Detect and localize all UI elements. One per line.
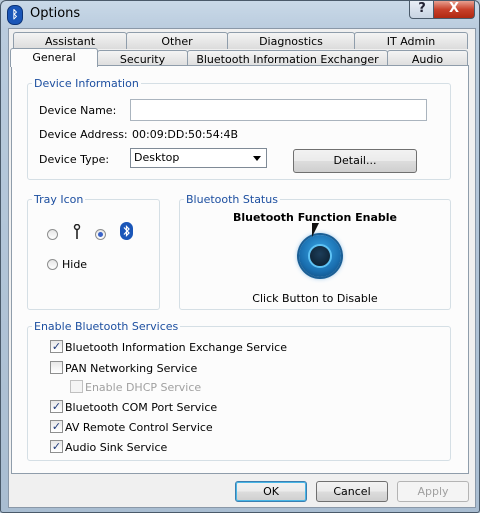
tray-icon-radio-hide[interactable]: [47, 259, 58, 270]
chevron-down-icon: [253, 156, 261, 161]
service-label-av-remote-control: AV Remote Control Service: [65, 421, 213, 434]
tab-general[interactable]: General: [10, 48, 98, 67]
service-checkbox-enable-dhcp: [70, 380, 83, 393]
tab-assistant[interactable]: Assistant: [13, 32, 127, 49]
device-type-select[interactable]: Desktop: [130, 148, 267, 168]
tab-diagnostics[interactable]: Diagnostics: [227, 32, 355, 49]
service-checkbox-audio-sink[interactable]: ✓: [50, 440, 63, 453]
bluetooth-status-legend: Bluetooth Status: [186, 193, 278, 206]
help-button[interactable]: ?: [409, 1, 435, 19]
bluetooth-status-hint: Click Button to Disable: [252, 292, 378, 305]
service-label-com-port: Bluetooth COM Port Service: [65, 401, 218, 414]
device-type-label: Device Type:: [39, 153, 110, 166]
ok-button[interactable]: OK: [235, 481, 307, 502]
cancel-button[interactable]: Cancel: [316, 481, 388, 502]
service-checkbox-com-port[interactable]: ✓: [50, 400, 63, 413]
apply-button[interactable]: Apply: [397, 481, 469, 502]
tray-icon-legend: Tray Icon: [34, 193, 84, 206]
tab-other[interactable]: Other: [126, 32, 228, 49]
device-type-value: Desktop: [134, 151, 180, 164]
key-icon: [73, 223, 81, 240]
service-label-audio-sink: Audio Sink Service: [65, 441, 168, 454]
tray-icon-hide-label: Hide: [62, 258, 88, 271]
detail-button[interactable]: Detail...: [293, 149, 417, 173]
bluetooth-icon: [120, 222, 133, 240]
service-label-pan-networking: PAN Networking Service: [65, 362, 198, 375]
tray-icon-radio-classic[interactable]: [47, 229, 58, 240]
bluetooth-services-legend: Enable Bluetooth Services: [34, 320, 179, 333]
service-checkbox-av-remote-control[interactable]: ✓: [50, 420, 63, 433]
tray-icon-group: Tray Icon: [27, 193, 160, 310]
service-checkbox-pan-networking[interactable]: [50, 361, 63, 374]
device-address-label: Device Address:: [39, 128, 128, 141]
bluetooth-app-icon: ᛒ: [7, 5, 23, 25]
bluetooth-power-button[interactable]: [299, 235, 341, 277]
device-name-label: Device Name:: [39, 104, 117, 117]
window-title: Options: [30, 6, 81, 21]
tray-icon-radio-bluetooth[interactable]: [95, 229, 106, 240]
close-button[interactable]: X: [433, 1, 475, 19]
tab-it-admin[interactable]: IT Admin: [354, 32, 468, 49]
service-checkbox-information-exchange[interactable]: ✓: [50, 340, 63, 353]
mouse-pointer-icon: [312, 223, 319, 237]
title-bar[interactable]: ᛒ Options ? X: [1, 1, 479, 27]
options-window: ᛒ Options ? X Assistant Other Diagnostic…: [0, 0, 480, 513]
service-label-enable-dhcp: Enable DHCP Service: [85, 381, 202, 394]
device-name-field[interactable]: [130, 99, 427, 121]
device-address-value: 00:09:DD:50:54:4B: [132, 128, 239, 141]
service-label-information-exchange: Bluetooth Information Exchange Service: [65, 341, 287, 354]
device-information-legend: Device Information: [34, 77, 139, 90]
